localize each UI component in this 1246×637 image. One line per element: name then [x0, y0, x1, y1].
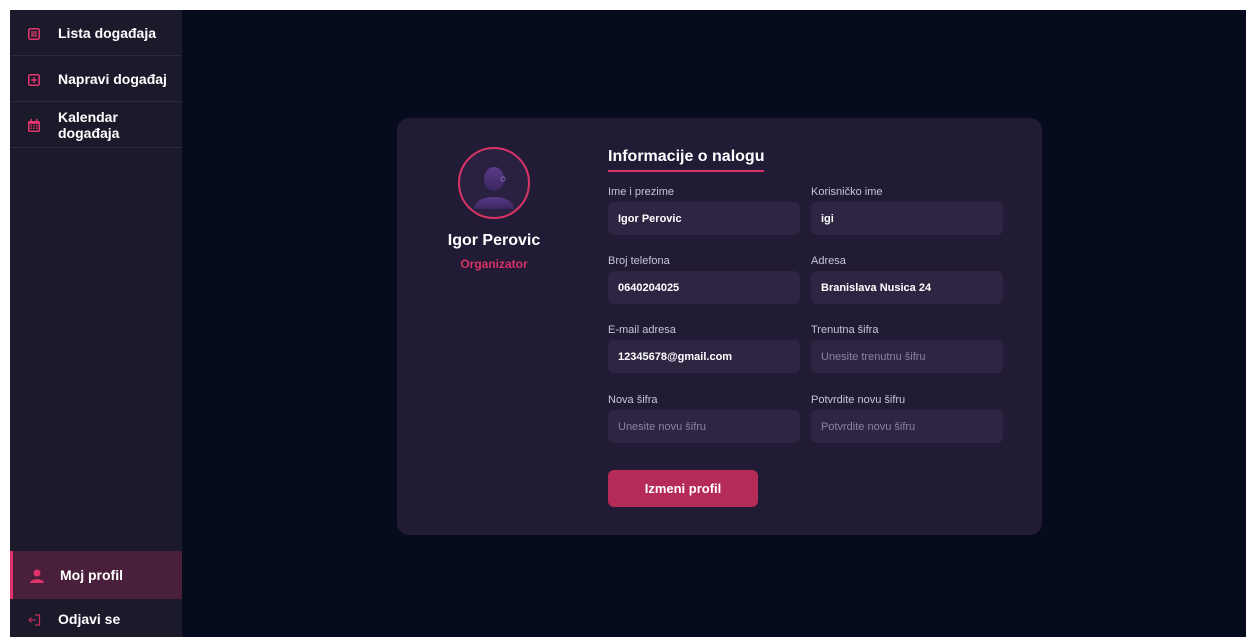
user-icon: [30, 569, 44, 583]
sidebar-item-create-event[interactable]: Napravi događaj: [10, 56, 182, 102]
current-password-input[interactable]: [811, 340, 1003, 373]
email-label: E-mail adresa: [608, 324, 676, 336]
new-password-label: Nova šifra: [608, 394, 658, 406]
profile-name: Igor Perovic: [447, 232, 541, 249]
sidebar-item-label: Kalendar događaja: [58, 108, 120, 141]
sidebar-item-label: Napravi događaj: [58, 70, 167, 87]
logout-icon: [28, 613, 41, 626]
profile-card: Igor Perovic Organizator Informacije o n…: [397, 118, 1042, 535]
full-name-input[interactable]: [608, 202, 800, 235]
sidebar-item-logout[interactable]: Odjavi se: [10, 600, 182, 637]
section-title: Informacije o nalogu: [608, 148, 765, 172]
avatar-person-icon: [474, 167, 514, 209]
sidebar-item-label: Moj profil: [60, 567, 123, 583]
username-input[interactable]: [811, 202, 1003, 235]
full-name-label: Ime i prezime: [608, 186, 675, 198]
current-password-label: Trenutna šifra: [811, 324, 879, 336]
update-profile-button[interactable]: Izmeni profil: [608, 470, 758, 507]
phone-label: Broj telefona: [608, 255, 670, 267]
email-input[interactable]: [608, 340, 800, 373]
sidebar-item-label: Lista događaja: [58, 24, 157, 41]
sidebar-item-event-calendar[interactable]: Kalendar događaja: [10, 102, 182, 148]
add-box-icon: [28, 73, 40, 86]
avatar: [458, 147, 530, 219]
new-password-input[interactable]: [608, 410, 800, 443]
address-label: Adresa: [811, 255, 846, 267]
confirm-password-label: Potvrdite novu šifru: [811, 394, 906, 406]
sidebar-item-my-profile[interactable]: Moj profil: [10, 551, 182, 599]
username-label: Korisničko ime: [811, 186, 883, 198]
sidebar-item-event-list[interactable]: Lista događaja: [10, 10, 182, 56]
address-input[interactable]: [811, 271, 1003, 304]
list-icon: [28, 27, 40, 40]
calendar-icon: [28, 118, 40, 132]
confirm-password-input[interactable]: [811, 410, 1003, 443]
sidebar: Lista događaja Napravi događaj Kalendar …: [10, 10, 182, 637]
profile-role: Organizator: [460, 257, 528, 271]
phone-input[interactable]: [608, 271, 800, 304]
sidebar-item-label: Odjavi se: [58, 610, 121, 627]
app-window: Lista događaja Napravi događaj Kalendar …: [10, 10, 1246, 637]
